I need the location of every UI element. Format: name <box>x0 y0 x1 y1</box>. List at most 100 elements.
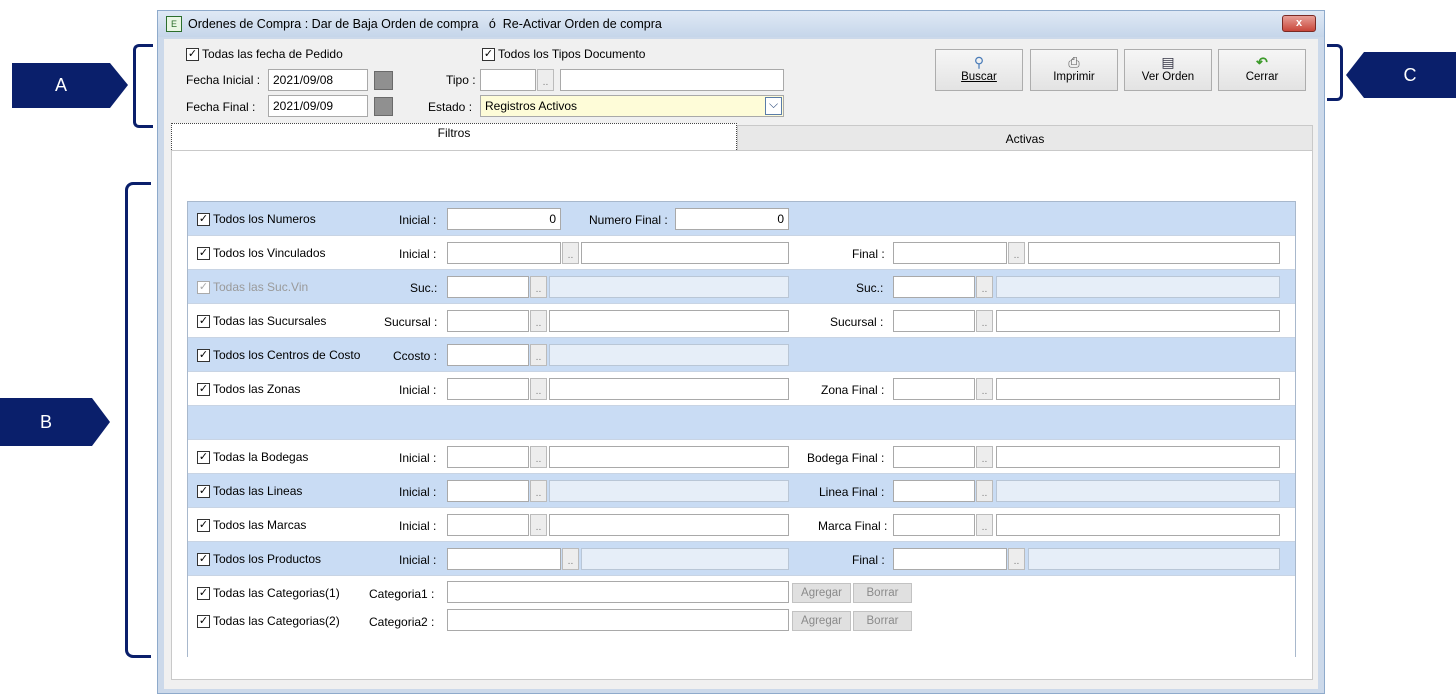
brace-c <box>1327 44 1343 101</box>
categoria2-borrar-button[interactable]: Borrar <box>853 611 912 631</box>
categoria2-agregar-button[interactable]: Agregar <box>792 611 851 631</box>
zonas-inicial-desc[interactable] <box>549 378 789 400</box>
fecha-inicial-input[interactable]: 2021/09/08 <box>268 69 368 91</box>
all-marcas-checkbox[interactable]: ✓ Todos las Marcas <box>197 518 306 532</box>
sucursal-right-desc[interactable] <box>996 310 1280 332</box>
productos-final-lookup[interactable]: .. <box>1008 548 1025 570</box>
tab-activas[interactable]: Activas <box>737 125 1313 151</box>
check-icon: ✓ <box>482 47 495 61</box>
bodegas-inicial-code[interactable] <box>447 446 529 468</box>
bodega-final-desc[interactable] <box>996 446 1280 468</box>
vinculados-final-desc[interactable] <box>1028 242 1280 264</box>
categoria1-agregar-button[interactable]: Agregar <box>792 583 851 603</box>
sucursal-right-lookup[interactable]: .. <box>976 310 993 332</box>
filter-row-centros-costo: ✓ Todos los Centros de Costo Ccosto : .. <box>188 338 1295 372</box>
all-lineas-checkbox[interactable]: ✓ Todas las Lineas <box>197 484 302 498</box>
check-icon: ✓ <box>197 518 210 532</box>
zona-final-lookup[interactable]: .. <box>976 378 993 400</box>
numeros-inicial-input[interactable]: 0 <box>447 208 561 230</box>
marca-final-code[interactable] <box>893 514 975 536</box>
ccosto-code[interactable] <box>447 344 529 366</box>
all-centros-checkbox[interactable]: ✓ Todos los Centros de Costo <box>197 348 360 362</box>
ver-orden-button[interactable]: ▤ Ver Orden <box>1124 49 1212 91</box>
bodegas-inicial-lookup[interactable]: .. <box>530 446 547 468</box>
marca-final-desc[interactable] <box>996 514 1280 536</box>
bodega-final-code[interactable] <box>893 446 975 468</box>
zona-final-desc[interactable] <box>996 378 1280 400</box>
all-categorias1-checkbox[interactable]: ✓ Todas las Categorias(1) <box>197 586 340 600</box>
vinculados-final-code[interactable] <box>893 242 1007 264</box>
vinculados-inicial-desc[interactable] <box>581 242 789 264</box>
lineas-inicial-code[interactable] <box>447 480 529 502</box>
all-suc-vin-checkbox[interactable]: ✓ Todas las Suc.Vin <box>197 280 308 294</box>
vinculados-inicial-lookup[interactable]: .. <box>562 242 579 264</box>
buscar-button[interactable]: ⚲ Buscar <box>935 49 1023 91</box>
filter-row-zonas: ✓ Todos las Zonas Inicial : .. Zona Final… <box>188 372 1295 406</box>
bodega-final-lookup[interactable]: .. <box>976 446 993 468</box>
zona-final-code[interactable] <box>893 378 975 400</box>
categoria1-borrar-button[interactable]: Borrar <box>853 583 912 603</box>
title-bar[interactable]: E Ordenes de Compra : Dar de Baja Orden … <box>158 11 1324 37</box>
all-numeros-checkbox[interactable]: ✓ Todos los Numeros <box>197 212 316 226</box>
filter-row-marcas: ✓ Todos las Marcas Inicial : .. Marca Fin… <box>188 508 1295 542</box>
productos-inicial-lookup[interactable]: .. <box>562 548 579 570</box>
lineas-inicial-label: Inicial : <box>399 485 437 499</box>
all-bodegas-checkbox[interactable]: ✓ Todas la Bodegas <box>197 450 308 464</box>
marcas-inicial-code[interactable] <box>447 514 529 536</box>
callout-b-pointer <box>92 398 110 446</box>
numero-final-input[interactable]: 0 <box>675 208 789 230</box>
productos-final-code[interactable] <box>893 548 1007 570</box>
productos-final-label: Final : <box>852 553 885 567</box>
categoria1-label: Categoria1 : <box>369 587 435 601</box>
zonas-inicial-code[interactable] <box>447 378 529 400</box>
lineas-inicial-lookup[interactable]: .. <box>530 480 547 502</box>
all-sucursales-checkbox[interactable]: ✓ Todas las Sucursales <box>197 314 326 328</box>
imprimir-button[interactable]: ⎙ Imprimir <box>1030 49 1118 91</box>
document-icon: ▤ <box>1161 54 1175 70</box>
fecha-final-input[interactable]: 2021/09/09 <box>268 95 368 117</box>
estado-select[interactable]: Registros Activos ⌵ <box>480 95 784 117</box>
productos-inicial-code[interactable] <box>447 548 561 570</box>
zonas-inicial-lookup[interactable]: .. <box>530 378 547 400</box>
linea-final-code[interactable] <box>893 480 975 502</box>
all-vinculados-checkbox[interactable]: ✓ Todos los Vinculados <box>197 246 326 260</box>
sucursal-left-code[interactable] <box>447 310 529 332</box>
chevron-down-icon[interactable]: ⌵ <box>765 97 782 115</box>
all-categorias2-checkbox[interactable]: ✓ Todas las Categorias(2) <box>197 614 340 628</box>
tipo-code-input[interactable] <box>480 69 536 91</box>
all-zonas-checkbox[interactable]: ✓ Todos las Zonas <box>197 382 300 396</box>
filter-row-empty <box>188 406 1295 440</box>
sucursal-left-label: Sucursal : <box>384 315 438 329</box>
cerrar-button[interactable]: ↶ Cerrar <box>1218 49 1306 91</box>
suc-vin-right-lookup[interactable]: .. <box>976 276 993 298</box>
tab-filtros[interactable]: Filtros <box>171 123 737 150</box>
tipo-description-input[interactable] <box>560 69 784 91</box>
linea-final-lookup[interactable]: .. <box>976 480 993 502</box>
sucursal-left-desc[interactable] <box>549 310 789 332</box>
marcas-inicial-desc[interactable] <box>549 514 789 536</box>
suc-vin-left-code[interactable] <box>447 276 529 298</box>
close-window-button[interactable]: x <box>1282 15 1316 32</box>
marcas-inicial-lookup[interactable]: .. <box>530 514 547 536</box>
categoria1-input[interactable] <box>447 581 789 603</box>
suc-vin-right-code[interactable] <box>893 276 975 298</box>
all-doc-types-checkbox[interactable]: ✓ Todos los Tipos Documento <box>482 47 645 61</box>
marca-final-lookup[interactable]: .. <box>976 514 993 536</box>
ccosto-lookup[interactable]: .. <box>530 344 547 366</box>
all-productos-checkbox[interactable]: ✓ Todos los Productos <box>197 552 321 566</box>
zona-final-label: Zona Final : <box>821 383 885 397</box>
ccosto-label: Ccosto : <box>393 349 438 363</box>
suc-vin-left-lookup[interactable]: .. <box>530 276 547 298</box>
sucursal-right-code[interactable] <box>893 310 975 332</box>
vinculados-final-lookup[interactable]: .. <box>1008 242 1025 264</box>
sucursal-left-lookup[interactable]: .. <box>530 310 547 332</box>
filter-row-categorias: ✓ Todas las Categorias(1) Categoria1 : Ag… <box>188 576 1295 658</box>
categoria2-input[interactable] <box>447 609 789 631</box>
calendar-final-button[interactable] <box>374 97 393 116</box>
all-dates-checkbox[interactable]: ✓ Todas las fecha de Pedido <box>186 47 343 61</box>
calendar-inicial-button[interactable] <box>374 71 393 90</box>
bodegas-inicial-label: Inicial : <box>399 451 437 465</box>
bodegas-inicial-desc[interactable] <box>549 446 789 468</box>
tipo-lookup-button[interactable]: .. <box>537 69 554 91</box>
vinculados-inicial-code[interactable] <box>447 242 561 264</box>
